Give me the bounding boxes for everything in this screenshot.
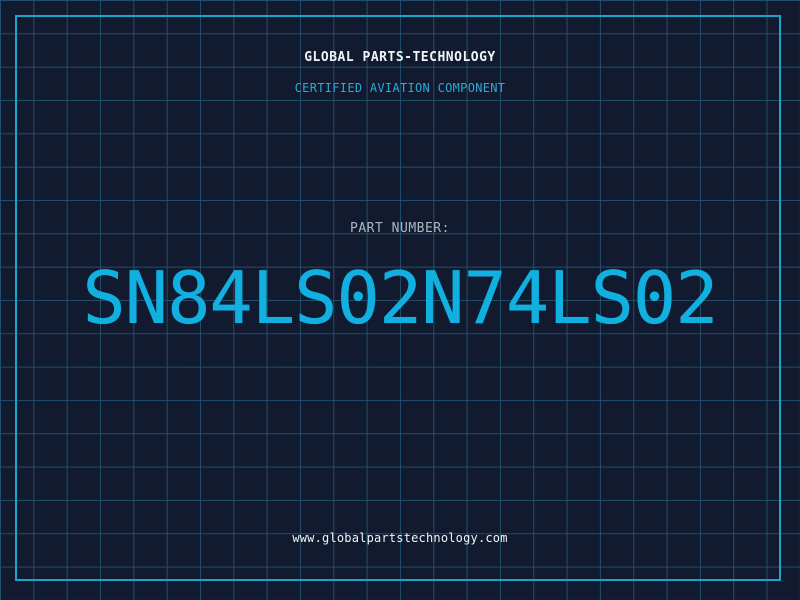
part-label-canvas: GLOBAL PARTS-TECHNOLOGY CERTIFIED AVIATI…: [0, 0, 800, 600]
website-url: www.globalpartstechnology.com: [292, 531, 508, 545]
part-number-value: SN84LS02N74LS02: [82, 256, 718, 340]
company-name: GLOBAL PARTS-TECHNOLOGY: [304, 50, 496, 65]
part-number-label: PART NUMBER:: [350, 221, 450, 236]
certification-subtitle: CERTIFIED AVIATION COMPONENT: [294, 81, 506, 95]
